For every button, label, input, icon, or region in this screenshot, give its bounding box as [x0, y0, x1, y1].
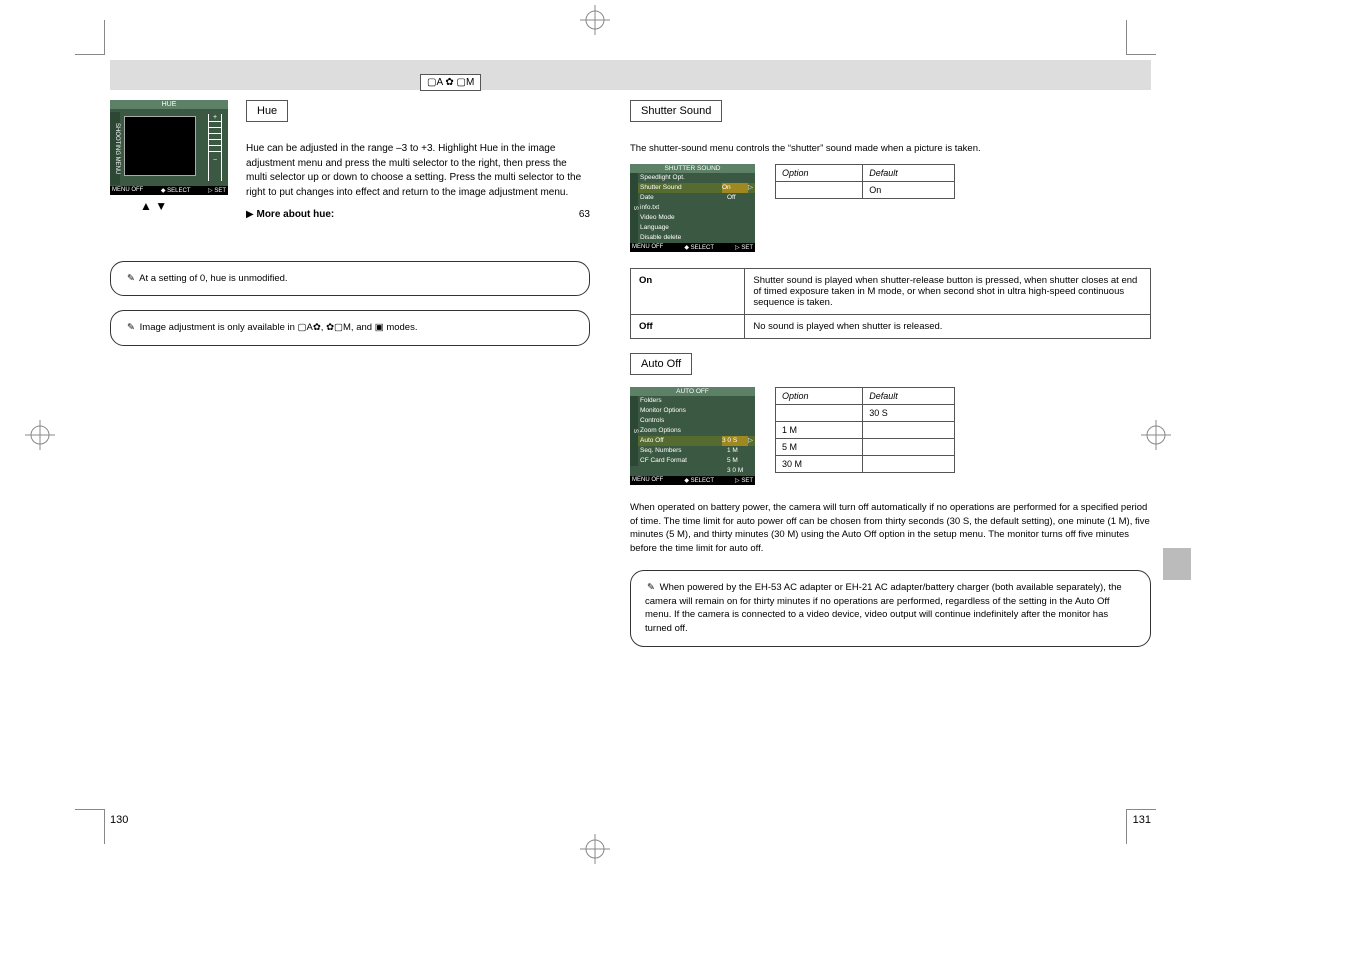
shutter-screen-side: S	[630, 173, 638, 243]
list-item: Folders	[640, 396, 753, 406]
header-bar: ▢A ✿ ▢M	[110, 60, 1151, 90]
table-cell: 30 S	[863, 404, 955, 421]
table-cell: On	[631, 268, 745, 314]
hue-screenshot: HUE SHOOTING MENU + − MENU OFF ◆ SELECT …	[110, 100, 228, 213]
shutter-submenu-label: Shutter Sound	[630, 100, 722, 122]
hue-callout-2: ✎ Image adjustment is only available in …	[110, 310, 590, 346]
right-column: Shutter Sound The shutter-sound menu con…	[630, 100, 1151, 647]
list-item: Date	[640, 193, 727, 203]
table-cell: Off	[631, 314, 745, 338]
autooff-screenshot: AUTO OFF S Folders Monitor Options Contr…	[630, 387, 755, 485]
hue-plus: +	[209, 114, 221, 121]
shutter-screenshot: SHUTTER SOUND S Speedlight Opt. Shutter …	[630, 164, 755, 252]
table-header: Option	[776, 387, 863, 404]
list-item: CF Card Format	[640, 456, 727, 466]
autooff-intro: When operated on battery power, the came…	[630, 501, 1151, 556]
hue-description: Hue can be adjusted in the range –3 to +…	[246, 142, 590, 200]
shutter-options-table: On Shutter sound is played when shutter-…	[630, 268, 1151, 339]
chevron-right-icon: ▷	[748, 436, 753, 446]
page-number-right: 131	[1133, 814, 1151, 826]
autooff-callout: ✎ When powered by the EH-53 AC adapter o…	[630, 570, 1151, 647]
table-cell: 1 M	[776, 421, 863, 438]
hue-callout2-text: Image adjustment is only available in ▢A…	[140, 322, 418, 333]
menu-select-label: ◆ SELECT	[684, 477, 714, 484]
table-header: Default	[863, 164, 955, 181]
list-item: Zoom Options	[640, 426, 753, 436]
list-item: Monitor Options	[640, 406, 753, 416]
registration-mark-bottom	[580, 834, 610, 864]
list-item: Disable delete	[640, 233, 753, 243]
shutter-default-table: OptionDefault On	[775, 164, 955, 199]
table-cell: 5 M	[776, 438, 863, 455]
table-cell: Shutter sound is played when shutter-rel…	[745, 268, 1151, 314]
list-value: 5 M	[727, 456, 753, 466]
table-header: Option	[776, 164, 863, 181]
autooff-screen-title: AUTO OFF	[630, 387, 755, 396]
triangle-icon: ▶	[246, 208, 254, 223]
hue-minus: −	[209, 157, 221, 164]
hue-callout-1: ✎ At a setting of 0, hue is unmodified.	[110, 261, 590, 297]
list-value: On	[722, 183, 748, 193]
table-header: Default	[863, 387, 955, 404]
left-column: HUE SHOOTING MENU + − MENU OFF ◆ SELECT …	[110, 100, 590, 647]
hue-submenu-label: Hue	[246, 100, 288, 122]
hue-screen-sidetab: SHOOTING MENU	[110, 112, 120, 185]
table-cell: 30 M	[776, 455, 863, 472]
menu-off-label: MENU OFF	[632, 244, 663, 251]
crop-mark-tr	[1126, 20, 1156, 55]
hue-arrows: ▲ ▼	[110, 199, 228, 213]
note-icon: ✎	[125, 272, 137, 286]
hue-off-label: MENU OFF	[112, 187, 143, 194]
list-item: info.txt	[640, 203, 753, 213]
autooff-submenu-label: Auto Off	[630, 353, 692, 375]
menu-select-label: ◆ SELECT	[684, 244, 714, 251]
hue-screen-title: HUE	[110, 100, 228, 109]
header-mode-icons: ▢A ✿ ▢M	[420, 74, 481, 91]
list-item: Video Mode	[640, 213, 753, 223]
crop-mark-bl	[75, 809, 105, 844]
list-item: Language	[640, 223, 753, 233]
registration-mark-top	[580, 5, 610, 35]
hue-scale: + −	[208, 114, 222, 181]
chevron-right-icon: ▷	[748, 183, 753, 193]
shutter-intro: The shutter-sound menu controls the “shu…	[630, 142, 1151, 156]
thumb-index-tab	[1163, 548, 1191, 580]
autooff-screen-side: S	[630, 396, 638, 466]
list-item: Controls	[640, 416, 753, 426]
menu-set-label: ▷ SET	[735, 477, 753, 484]
list-item	[640, 466, 727, 476]
list-value: 3 0 S	[722, 436, 748, 446]
page-number-left: 130	[110, 814, 128, 826]
table-cell: No sound is played when shutter is relea…	[745, 314, 1151, 338]
list-value: Off	[727, 193, 753, 203]
hue-callout1-text: At a setting of 0, hue is unmodified.	[139, 273, 287, 284]
registration-mark-left	[25, 420, 55, 450]
shutter-screen-title: SHUTTER SOUND	[630, 164, 755, 173]
hue-set-label: ▷ SET	[208, 187, 226, 194]
menu-off-label: MENU OFF	[632, 477, 663, 484]
note-icon: ✎	[125, 321, 137, 335]
table-cell: On	[863, 181, 955, 198]
hue-more-page: 63	[579, 208, 590, 223]
autooff-default-table: OptionDefault 30 S 1 M 5 M 30 M	[775, 387, 955, 473]
note-icon: ✎	[645, 581, 657, 595]
hue-more-link: ▶ More about hue: 63	[246, 208, 590, 223]
list-item: Speedlight Opt.	[640, 173, 753, 183]
hue-select-label: ◆ SELECT	[161, 187, 191, 194]
list-item: Auto Off	[640, 436, 722, 446]
autooff-callout-text: When powered by the EH-53 AC adapter or …	[645, 582, 1122, 634]
menu-set-label: ▷ SET	[735, 244, 753, 251]
hue-preview-area	[124, 116, 196, 176]
crop-mark-tl	[75, 20, 105, 55]
hue-more-text: More about hue:	[256, 209, 334, 220]
list-value: 3 0 M	[727, 466, 753, 476]
list-item: Seq. Numbers	[640, 446, 727, 456]
list-item: Shutter Sound	[640, 183, 722, 193]
list-value: 1 M	[727, 446, 753, 456]
